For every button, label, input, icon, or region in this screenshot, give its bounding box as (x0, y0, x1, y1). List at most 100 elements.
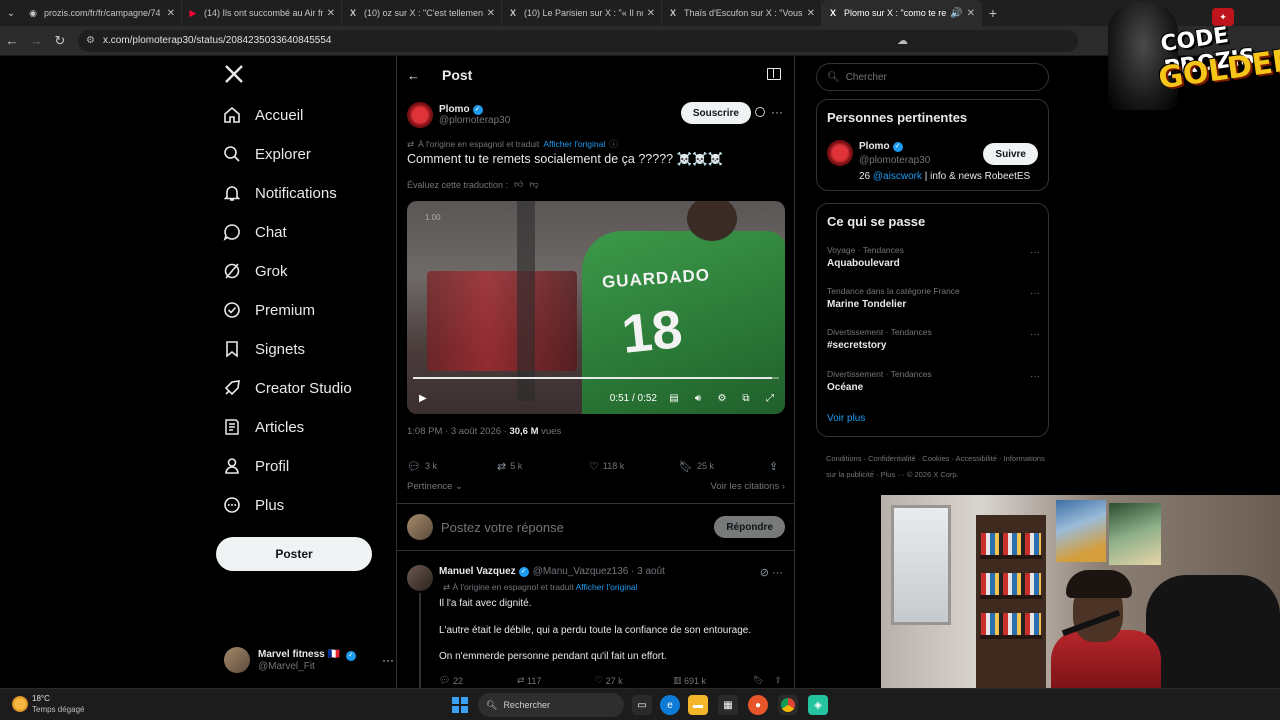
chrome-icon[interactable] (778, 695, 798, 715)
trend-item[interactable]: Divertissement · Tendances Océane ··· (827, 369, 1040, 393)
see-more-link[interactable]: Voir plus (827, 413, 865, 424)
nav-item-premium[interactable]: Premium (222, 295, 315, 325)
trend-item[interactable]: Tendance dans la catégorie France Marine… (827, 286, 1040, 310)
share-action[interactable]: ⇪ (769, 460, 782, 473)
fullscreen-icon[interactable]: ⤢ (761, 391, 779, 405)
browser-tab-4[interactable]: X (10) Le Parisien sur X : "« Il nou ✕ (502, 0, 662, 26)
weather-widget[interactable]: 18°C Temps dégagé (12, 693, 84, 715)
speaker-icon[interactable]: 🔊 (950, 8, 962, 19)
url-input[interactable]: ⚙ x.com/plomoterap30/status/208423503364… (78, 29, 1078, 52)
more-icon[interactable]: ··· (1030, 329, 1040, 340)
thumbs-up-icon[interactable]: 👍︎ (514, 179, 523, 190)
bookmark-icon[interactable]: 🔖︎ (753, 675, 764, 686)
view-quotes-link[interactable]: Voir les citations › (711, 481, 785, 492)
close-icon[interactable]: ✕ (807, 8, 815, 19)
cloud-icon[interactable]: ☁ (897, 34, 908, 47)
more-icon[interactable]: ··· (1030, 371, 1040, 382)
avatar[interactable] (827, 140, 853, 166)
back-icon[interactable]: ← (0, 26, 24, 56)
like-action[interactable]: ♡ 27 k (595, 675, 673, 686)
info-icon[interactable]: ⓘ (609, 138, 618, 150)
reply-author-name[interactable]: Manuel Vazquez (439, 566, 516, 577)
follow-button[interactable]: Suivre (983, 143, 1038, 165)
reload-icon[interactable]: ↻ (48, 26, 72, 56)
site-info-icon[interactable]: ⚙ (86, 35, 95, 46)
close-icon[interactable]: ✕ (647, 8, 655, 19)
reply-input[interactable]: Postez votre réponse (441, 520, 564, 535)
nav-item-explorer[interactable]: Explorer (222, 139, 311, 169)
post-button[interactable]: Poster (216, 537, 372, 571)
browser-tab-2[interactable]: ▶ (14) Ils ont succombé au Air fry ✕ (182, 0, 342, 26)
nav-item-creator-studio[interactable]: Creator Studio (222, 373, 352, 403)
account-switcher[interactable]: Marvel fitness 🇫🇷 ✓ @Marvel_Fit ··· (224, 642, 394, 678)
task-view-icon[interactable]: ▭ (632, 695, 652, 715)
back-arrow-icon[interactable]: ← (407, 68, 421, 83)
search-input[interactable]: 🔍︎ Chercher (816, 63, 1049, 91)
close-icon[interactable]: ✕ (167, 8, 175, 19)
show-original-link[interactable]: Afficher l'original (576, 582, 638, 592)
new-tab-button[interactable]: + (982, 0, 1004, 26)
edge-icon[interactable]: e (660, 695, 680, 715)
firefox-icon[interactable]: ● (748, 695, 768, 715)
file-explorer-icon[interactable]: ▬ (688, 695, 708, 715)
browser-tab-5[interactable]: X Thaïs d'Escufon sur X : "Vous ê ✕ (662, 0, 822, 26)
trend-item[interactable]: Voyage · Tendances Aquaboulevard ··· (827, 245, 1040, 269)
play-icon[interactable]: ▶ (419, 393, 427, 404)
more-icon[interactable]: ··· (1030, 288, 1040, 299)
close-icon[interactable]: ✕ (487, 8, 495, 19)
bookmark-action[interactable]: 🔖︎ 25 k (679, 460, 769, 473)
more-icon[interactable]: ··· (772, 567, 783, 579)
bio-link[interactable]: @aiscwork (873, 171, 922, 182)
video-progress-bar[interactable] (413, 377, 779, 379)
store-icon[interactable]: ▦ (718, 695, 738, 715)
trend-item[interactable]: Divertissement · Tendances #secretstory … (827, 327, 1040, 351)
reply-button[interactable]: Répondre (714, 516, 785, 538)
start-icon[interactable] (452, 697, 468, 713)
more-icon[interactable]: ··· (382, 653, 394, 667)
reply-post[interactable]: Manuel Vazquez ✓ @Manu_Vazquez136 · 3 ao… (397, 561, 795, 688)
repost-action[interactable]: ⇄ 5 k (497, 460, 589, 473)
relevant-name[interactable]: Plomo ✓ (859, 141, 903, 152)
forward-icon[interactable]: → (24, 26, 48, 56)
show-original-link[interactable]: Afficher l'original (543, 139, 605, 149)
nav-item-accueil[interactable]: Accueil (222, 100, 303, 130)
author-name[interactable]: Plomo ✓ (439, 104, 510, 115)
close-icon[interactable]: ✕ (327, 8, 335, 19)
grok-icon[interactable]: ⊘ (760, 567, 769, 579)
views-action[interactable]: ▥ 691 k (673, 675, 753, 686)
captions-icon[interactable]: ▤ (665, 391, 683, 405)
tab-list-chevron-icon[interactable]: ⌄ (0, 0, 22, 26)
settings-icon[interactable]: ⚙ (713, 391, 731, 405)
taskbar-search[interactable]: 🔍︎ Rechercher (478, 693, 624, 717)
footer-links[interactable]: Conditions · Confidentialité · Cookies ·… (826, 451, 1051, 483)
reply-action[interactable]: 💬︎ 22 (439, 675, 517, 686)
nav-item-notifications[interactable]: Notifications (222, 178, 337, 208)
video-player[interactable]: GUARDADO 18 1.00 ▶ 0:51 / 0:52 ▤ 🔊︎ ⚙ ⧉ … (407, 201, 785, 414)
reply-action[interactable]: 💬︎ 3 k (407, 460, 497, 473)
sort-dropdown[interactable]: Pertinence ⌄ (407, 481, 463, 492)
nav-item-chat[interactable]: Chat (222, 217, 287, 247)
x-logo-icon[interactable] (224, 64, 244, 84)
nav-item-articles[interactable]: Articles (222, 412, 304, 442)
avatar[interactable] (407, 102, 433, 128)
pip-icon[interactable]: ⧉ (737, 391, 755, 405)
nav-item-grok[interactable]: Grok (222, 256, 288, 286)
more-icon[interactable]: ··· (771, 105, 783, 119)
nav-item-profil[interactable]: Profil (222, 451, 289, 481)
thumbs-down-icon[interactable]: 👎︎ (529, 179, 538, 190)
repost-action[interactable]: ⇄ 117 (517, 675, 595, 686)
more-icon[interactable]: ··· (1030, 247, 1040, 258)
app-icon[interactable]: ◈ (808, 695, 828, 715)
author-handle[interactable]: @plomoterap30 (439, 115, 510, 126)
browser-tab-active[interactable]: X Plomo sur X : "como te reci 🔊 ✕ (822, 0, 982, 26)
close-icon[interactable]: ✕ (967, 8, 975, 19)
share-icon[interactable]: ⇪ (774, 675, 782, 686)
reader-mode-icon[interactable] (767, 68, 781, 80)
volume-icon[interactable]: 🔊︎ (689, 391, 707, 405)
grok-icon[interactable] (755, 107, 765, 117)
nav-item-signets[interactable]: Signets (222, 334, 305, 364)
nav-item-plus[interactable]: Plus (222, 490, 284, 520)
subscribe-button[interactable]: Souscrire (680, 102, 751, 124)
like-action[interactable]: ♡ 118 k (589, 460, 679, 473)
browser-tab-1[interactable]: ◉ prozis.com/fr/fr/campagne/74 ✕ (22, 0, 182, 26)
